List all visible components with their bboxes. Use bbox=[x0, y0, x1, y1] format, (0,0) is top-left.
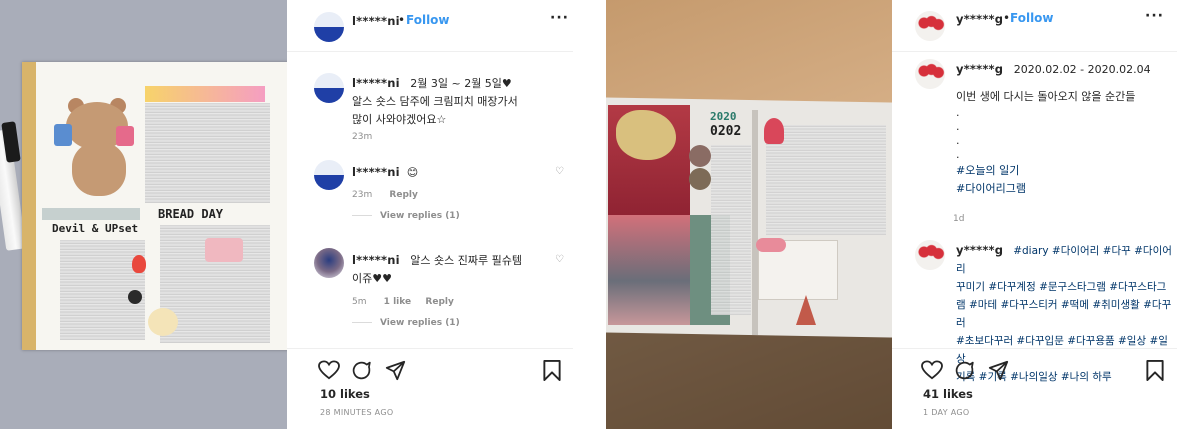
comment-icon[interactable] bbox=[351, 360, 372, 381]
caption-dot: . bbox=[956, 120, 960, 133]
post1-username[interactable]: l*****ni bbox=[352, 14, 400, 28]
comment-text: 😊 bbox=[406, 166, 419, 179]
comment-text: 이쥬♥♥ bbox=[352, 272, 392, 285]
photo-text-1: Devil & UPset bbox=[52, 222, 139, 235]
comment-likes[interactable]: 1 like bbox=[384, 297, 411, 307]
post-time: 28 MINUTES AGO bbox=[320, 408, 394, 417]
hashtag-link[interactable]: 기록 #기록 #나의일상 #나의 하루 bbox=[956, 371, 1112, 383]
post1-photo[interactable]: Devil & UPset BREAD DAY bbox=[0, 0, 287, 429]
caption-dot: . bbox=[956, 148, 960, 161]
devil-sticker bbox=[128, 290, 142, 304]
post2-username[interactable]: y*****g bbox=[956, 12, 1003, 26]
grey-tape bbox=[42, 208, 140, 220]
comment-icon[interactable] bbox=[954, 360, 975, 381]
hashtag-link[interactable]: #다이어리그램 bbox=[956, 180, 1161, 198]
comment-username[interactable]: l*****ni bbox=[352, 165, 400, 179]
caption-dot: . bbox=[956, 106, 960, 119]
likes-count[interactable]: 10 likes bbox=[320, 387, 370, 401]
post2-photo[interactable]: 2020 0202 bbox=[606, 0, 892, 429]
cat-sticker bbox=[148, 308, 178, 336]
post2-panel: y*****g • Follow ··· y*****g 2020.02.02 … bbox=[892, 0, 1177, 429]
heart-icon[interactable] bbox=[318, 360, 340, 380]
bear-sticker bbox=[54, 98, 134, 196]
caption-username[interactable]: l*****ni bbox=[352, 76, 400, 90]
avatar[interactable] bbox=[915, 11, 945, 41]
caption-body: 많이 사와야겠어요☆ bbox=[352, 113, 447, 126]
caption-time: 23m bbox=[352, 132, 373, 142]
blurred-text bbox=[711, 145, 751, 315]
comment-time: 5m bbox=[352, 297, 367, 307]
avatar[interactable] bbox=[314, 12, 344, 42]
caption-date: 2020.02.02 - 2020.02.04 bbox=[1013, 63, 1151, 76]
hashtag-link[interactable]: 램 #마테 #다꾸스티커 #떡메 #취미생활 #다꾸러 bbox=[956, 299, 1171, 329]
comment: l*****ni 알스 숏스 진짜루 필슈템 이쥬♥♥ bbox=[352, 251, 542, 288]
avatar[interactable] bbox=[314, 73, 344, 103]
photo-text-2: BREAD DAY bbox=[158, 207, 224, 221]
notebook-spine bbox=[752, 110, 758, 335]
caption-body: 알스 숏스 담주에 크림피치 매장가서 bbox=[352, 95, 518, 108]
photo-text-2: 0202 bbox=[710, 124, 742, 139]
caption-time: 1d bbox=[953, 214, 965, 224]
pink-tape bbox=[145, 86, 265, 102]
circle-sticker bbox=[689, 168, 711, 190]
reply-button[interactable]: Reply bbox=[389, 190, 417, 200]
likes-count[interactable]: 41 likes bbox=[923, 387, 973, 401]
heart-icon[interactable]: ♡ bbox=[555, 166, 564, 177]
hashtag-link[interactable]: #오늘의 일기 bbox=[956, 162, 1161, 180]
more-icon[interactable]: ··· bbox=[1145, 8, 1164, 24]
separator-dot: • bbox=[398, 13, 406, 27]
blurred-text bbox=[766, 125, 886, 235]
caption-line: 이번 생에 다시는 돌아오지 않을 순간들 bbox=[956, 90, 1136, 103]
comment-meta: 5m 1 like Reply bbox=[352, 297, 454, 307]
caption: l*****ni 2월 3일 ~ 2월 5일♥ 알스 숏스 담주에 크림피치 매… bbox=[352, 74, 552, 129]
post-time: 1 DAY AGO bbox=[923, 408, 970, 417]
comment-text: 알스 숏스 진짜루 필슈템 bbox=[410, 254, 522, 267]
avatar[interactable] bbox=[915, 59, 945, 89]
comment-username[interactable]: l*****ni bbox=[352, 253, 400, 267]
blurred-text bbox=[145, 103, 270, 203]
share-icon[interactable] bbox=[385, 360, 406, 381]
heart-icon[interactable] bbox=[921, 360, 943, 380]
cake-sticker bbox=[205, 238, 243, 262]
avatar[interactable] bbox=[915, 240, 945, 270]
post1-header: l*****ni • Follow ··· bbox=[287, 0, 573, 52]
circle-sticker bbox=[689, 145, 711, 167]
notebook-edge bbox=[22, 62, 36, 350]
divider bbox=[287, 348, 573, 349]
bookmark-icon[interactable] bbox=[1146, 360, 1164, 381]
caption-text: 2월 3일 ~ 2월 5일♥ bbox=[410, 77, 512, 90]
view-replies[interactable]: View replies (1) bbox=[352, 211, 460, 221]
photo-text-1: 2020 bbox=[710, 110, 737, 123]
avatar[interactable] bbox=[314, 248, 344, 278]
caption-dot: . bbox=[956, 134, 960, 147]
caption-username[interactable]: y*****g bbox=[956, 62, 1003, 76]
scenery-sticker bbox=[608, 215, 690, 325]
follow-button[interactable]: Follow bbox=[1010, 11, 1054, 25]
bookmark-icon[interactable] bbox=[543, 360, 561, 381]
tree-sticker bbox=[796, 295, 816, 325]
post2-header: y*****g • Follow ··· bbox=[892, 0, 1177, 52]
post1-panel: l*****ni • Follow ··· l*****ni 2월 3일 ~ 2… bbox=[287, 0, 573, 429]
reply-button[interactable]: Reply bbox=[425, 297, 453, 307]
cloud-sticker bbox=[756, 238, 786, 252]
heart-icon[interactable]: ♡ bbox=[555, 254, 564, 265]
flame-sticker bbox=[132, 255, 146, 273]
hashtag-link[interactable]: 꾸미기 #다꾸계정 #문구스타그램 #다꾸스타그 bbox=[956, 281, 1166, 293]
view-replies[interactable]: View replies (1) bbox=[352, 318, 460, 328]
avatar[interactable] bbox=[314, 160, 344, 190]
table-shadow bbox=[606, 330, 892, 429]
comment-time: 23m bbox=[352, 190, 373, 200]
follow-button[interactable]: Follow bbox=[406, 13, 450, 27]
share-icon[interactable] bbox=[988, 360, 1009, 381]
divider bbox=[892, 348, 1177, 349]
comment: l*****ni 😊 bbox=[352, 163, 418, 182]
caption: y*****g 2020.02.02 - 2020.02.04 bbox=[956, 60, 1161, 79]
comment-username[interactable]: y*****g bbox=[956, 243, 1003, 257]
girl-sticker bbox=[764, 118, 784, 144]
more-icon[interactable]: ··· bbox=[550, 10, 569, 26]
caption-body: 이번 생에 다시는 돌아오지 않을 순간들 . . . . #오늘의 일기 #다… bbox=[956, 88, 1161, 198]
comment-meta: 23m Reply bbox=[352, 190, 418, 200]
